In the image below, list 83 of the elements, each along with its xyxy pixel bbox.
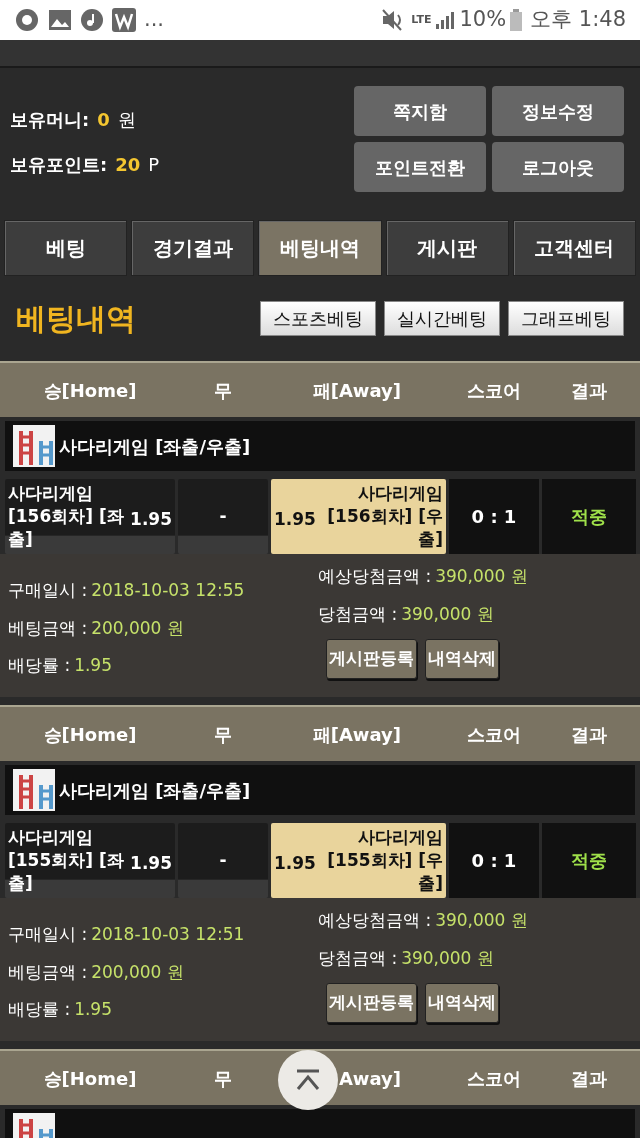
- detail-value: 390,000 원: [435, 565, 528, 588]
- image-icon: [48, 9, 72, 31]
- bet-option[interactable]: -: [178, 823, 268, 898]
- filter-button[interactable]: 실시간베팅: [384, 301, 500, 336]
- clock: 오후 1:48: [530, 6, 626, 34]
- signal-icon: [435, 10, 456, 30]
- detail-value: 200,000 원: [91, 960, 184, 984]
- battery-percent: 10%: [459, 6, 507, 34]
- network-label: LTE: [411, 11, 432, 28]
- section-title: 베팅내역: [16, 300, 136, 338]
- detail-value: 390,000 원: [401, 946, 494, 970]
- filter-button[interactable]: 스포츠베팅: [260, 301, 376, 336]
- bet-option[interactable]: 1.95 사다리게임 [156회차] [우출]: [271, 479, 446, 554]
- detail-value: 2018-10-03 12:51: [91, 923, 245, 946]
- column-header: 패[Away]: [312, 379, 401, 401]
- column-header: 무: [214, 1067, 232, 1089]
- points-unit: P: [148, 153, 160, 177]
- score-text: 0 : 1: [471, 505, 517, 529]
- column-header: 결과: [571, 723, 607, 745]
- detail-label: 예상당첨금액 :: [318, 565, 432, 588]
- detail-value: 200,000 원: [91, 616, 184, 640]
- detail-value: 1.95: [74, 654, 112, 677]
- detail-value: 390,000 원: [435, 909, 528, 932]
- ladder-game-icon: [13, 769, 55, 811]
- nav-tab[interactable]: 경기결과: [131, 220, 255, 276]
- detail-label: 구매일시 :: [8, 579, 88, 602]
- column-header: 스코어: [467, 723, 521, 745]
- detail-label: 배당률 :: [8, 998, 71, 1021]
- detail-label: 당첨금액 :: [318, 946, 398, 970]
- detail-label: 당첨금액 :: [318, 602, 398, 626]
- column-header: Away]: [338, 1067, 401, 1089]
- account-button[interactable]: 로그아웃: [492, 142, 624, 192]
- filter-button[interactable]: 그래프베팅: [508, 301, 624, 336]
- bet-option[interactable]: 1.95 사다리게임 [156회차] [좌출]: [5, 479, 175, 554]
- chevron-up-icon: [295, 1069, 321, 1091]
- money-label: 보유머니:: [10, 108, 90, 132]
- points-label: 보유포인트:: [10, 153, 108, 177]
- money-unit: 원: [117, 108, 136, 132]
- points-value: 20: [115, 153, 141, 177]
- nav-tab[interactable]: 베팅: [4, 220, 128, 276]
- more-indicator: ...: [144, 6, 165, 34]
- detail-label: 베팅금액 :: [8, 616, 88, 640]
- detail-value: 1.95: [74, 998, 112, 1021]
- game-title: 사다리게임 [좌출/우출]: [59, 434, 251, 459]
- game-title: 사다리게임 [좌출/우출]: [59, 778, 251, 803]
- result-text: 적중: [571, 505, 607, 529]
- action-button[interactable]: 게시판등록: [326, 983, 417, 1023]
- account-button[interactable]: 정보수정: [492, 86, 624, 136]
- detail-label: 배당률 :: [8, 654, 71, 677]
- score-text: 0 : 1: [471, 849, 517, 873]
- column-header: 승[Home]: [43, 723, 137, 745]
- column-header: 스코어: [467, 379, 521, 401]
- result-text: 적중: [571, 849, 607, 873]
- app-icon: [14, 7, 40, 33]
- detail-label: 예상당첨금액 :: [318, 909, 432, 932]
- detail-value: 2018-10-03 12:55: [91, 579, 245, 602]
- ladder-game-icon: [13, 425, 55, 467]
- battery-icon: [510, 9, 523, 31]
- column-header: 승[Home]: [43, 1067, 137, 1089]
- bet-option[interactable]: -: [178, 479, 268, 554]
- column-header: 결과: [571, 379, 607, 401]
- detail-label: 베팅금액 :: [8, 960, 88, 984]
- nav-tab[interactable]: 게시판: [385, 220, 509, 276]
- action-button[interactable]: 게시판등록: [326, 639, 417, 679]
- bet-option[interactable]: 1.95 사다리게임 [155회차] [우출]: [271, 823, 446, 898]
- document-icon: [112, 8, 136, 32]
- detail-value: 390,000 원: [401, 602, 494, 626]
- account-button[interactable]: 쪽지함: [354, 86, 486, 136]
- detail-label: 구매일시 :: [8, 923, 88, 946]
- column-header: 승[Home]: [43, 379, 137, 401]
- music-icon: [80, 8, 104, 32]
- bet-option[interactable]: 1.95 사다리게임 [155회차] [좌출]: [5, 823, 175, 898]
- action-button[interactable]: 내역삭제: [425, 639, 499, 679]
- column-header: 결과: [571, 1067, 607, 1089]
- column-header: 무: [214, 723, 232, 745]
- nav-tab[interactable]: 베팅내역: [258, 220, 382, 276]
- column-header: 패[Away]: [312, 723, 401, 745]
- column-header: 무: [214, 379, 232, 401]
- money-value: 0: [97, 108, 110, 132]
- column-header: 스코어: [467, 1067, 521, 1089]
- nav-tab[interactable]: 고객센터: [512, 220, 636, 276]
- action-button[interactable]: 내역삭제: [425, 983, 499, 1023]
- account-button[interactable]: 포인트전환: [354, 142, 486, 192]
